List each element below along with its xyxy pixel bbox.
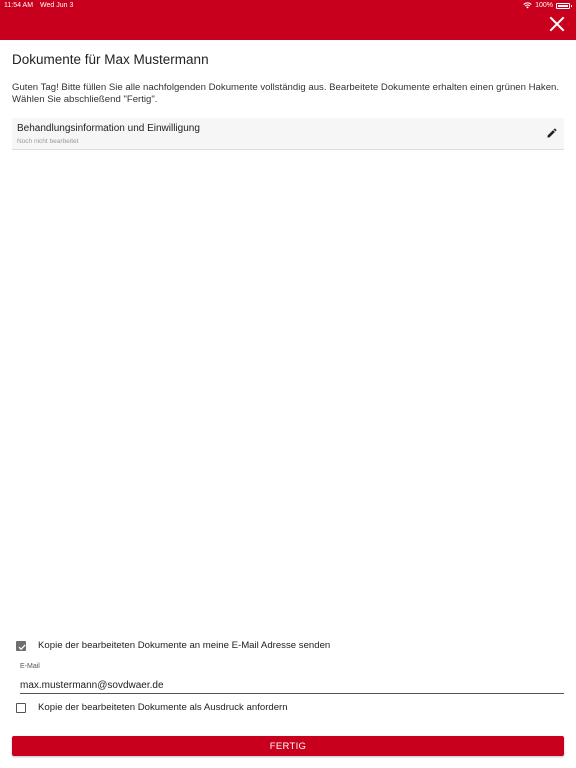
print-copy-option[interactable]: Kopie der bearbeiteten Dokumente als Aus… [16,702,288,713]
email-field-label: E-Mail [20,663,40,670]
email-copy-option[interactable]: Kopie der bearbeiteten Dokumente an mein… [16,640,330,651]
pencil-icon[interactable] [546,127,558,139]
status-date: Wed Jun 3 [40,2,74,9]
intro-text: Guten Tag! Bitte füllen Sie alle nachfol… [12,82,560,105]
wifi-icon [523,2,532,9]
email-copy-label: Kopie der bearbeiteten Dokumente an mein… [38,640,331,651]
email-field[interactable] [20,678,564,694]
done-button[interactable]: FERTIG [12,736,564,756]
email-copy-checkbox[interactable] [16,640,26,651]
battery-icon [556,2,572,9]
battery-percent: 100% [535,2,553,9]
status-time: 11:54 AM [4,2,34,9]
document-card-behandlungsinformation[interactable]: Behandlungsinformation und Einwilligung … [12,118,564,150]
document-title: Behandlungsinformation und Einwilligung [17,123,200,134]
status-bar: 11:54 AM Wed Jun 3 100% [0,0,576,12]
checkmark-icon [18,643,26,650]
close-icon[interactable] [548,15,566,33]
print-copy-checkbox[interactable] [16,702,26,713]
print-copy-label: Kopie der bearbeiteten Dokumente als Aus… [38,702,288,713]
status-right: 100% [523,2,572,9]
document-status: Noch nicht bearbeitet [17,138,79,145]
page-title: Dokumente für Max Mustermann [12,52,209,67]
